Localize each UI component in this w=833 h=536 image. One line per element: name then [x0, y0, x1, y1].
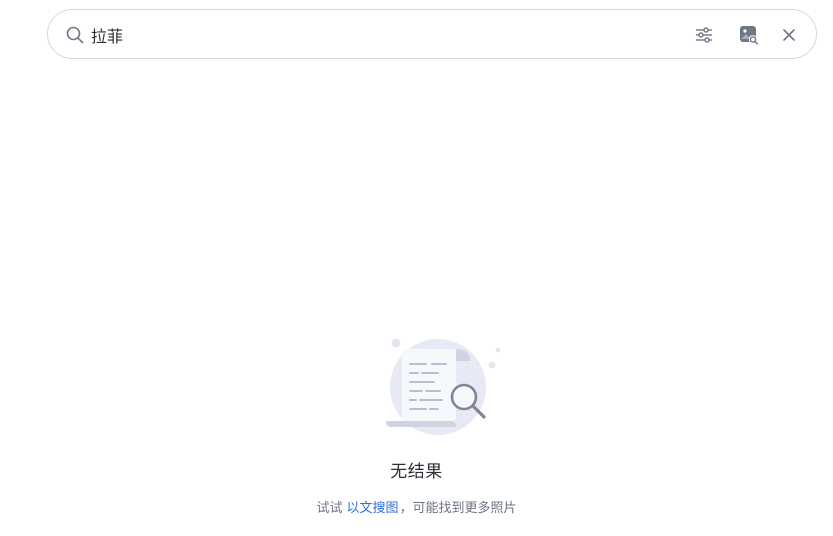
search-page: 无结果 试试以文搜图，可能找到更多照片	[0, 0, 833, 536]
hint-prefix: 试试	[316, 501, 343, 516]
image-search-button[interactable]	[736, 22, 762, 48]
hint-suffix: ，可能找到更多照片	[399, 501, 517, 516]
clear-button[interactable]	[776, 22, 802, 48]
sliders-icon	[696, 27, 712, 43]
text-to-image-search-link[interactable]: 以文搜图	[346, 501, 398, 516]
image-search-icon	[740, 26, 759, 45]
search-input[interactable]	[91, 22, 651, 48]
empty-state-title: 无结果	[390, 462, 443, 482]
document-search-illustration	[386, 338, 501, 435]
search-icon	[66, 26, 84, 44]
close-icon	[783, 29, 795, 41]
empty-state-hint: 试试 以文搜图，可能找到更多照片	[0, 497, 833, 516]
search-bar	[47, 9, 817, 59]
filter-button[interactable]	[691, 22, 717, 48]
